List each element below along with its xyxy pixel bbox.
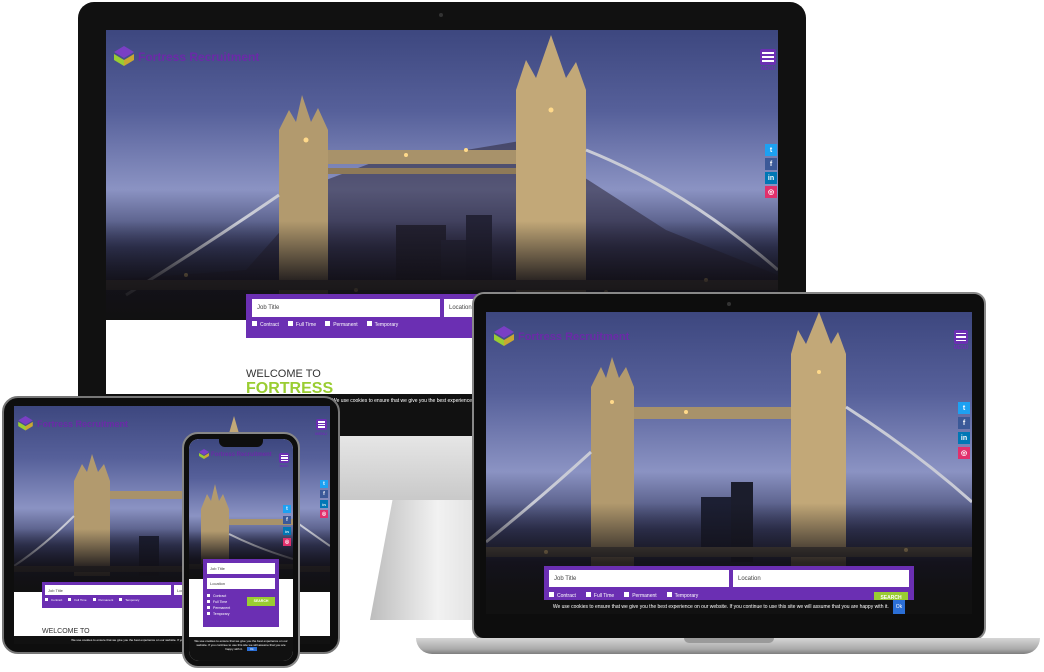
laptop-menu-label: MENU	[953, 345, 969, 351]
phone-social-links: t f in ◎	[283, 505, 291, 546]
tablet-job-title-input[interactable]: Job Title	[45, 585, 171, 595]
job-type-options: Contract Full Time Permanent Temporary	[252, 321, 398, 328]
brand-name: Fortress Recruitment	[138, 50, 260, 64]
phone-cookie-ok-button[interactable]: Ok	[246, 647, 257, 651]
phone-cookie-text: We use cookies to ensure that we give yo…	[194, 639, 288, 651]
phone-twitter-icon[interactable]: t	[283, 505, 291, 513]
linkedin-icon[interactable]: in	[765, 172, 777, 184]
laptop-job-title-input[interactable]: Job Title	[549, 570, 729, 587]
social-links: t f in ◎	[765, 144, 777, 198]
phone-instagram-icon[interactable]: ◎	[283, 538, 291, 546]
phone-logo-cube-icon	[199, 449, 209, 460]
option-contract[interactable]: Contract	[252, 321, 279, 328]
tablet-option-contract[interactable]: Contract	[45, 598, 62, 602]
device-mockup-scene: Fortress Recruitment MENU t f in ◎ Job T…	[0, 0, 1044, 672]
laptop-location-input[interactable]: Location	[733, 570, 909, 587]
laptop-cookie-text: We use cookies to ensure that we give yo…	[552, 604, 889, 610]
tablet-option-permanent[interactable]: Permanent	[92, 598, 113, 602]
phone-site-logo[interactable]: Fortress Recruitment	[199, 449, 272, 460]
phone-notch	[219, 439, 263, 447]
monitor-camera	[439, 13, 443, 17]
tablet-welcome-heading: WELCOME TO	[42, 628, 90, 635]
laptop-option-temporary[interactable]: Temporary	[666, 592, 698, 599]
phone-location-input[interactable]: Location	[207, 578, 275, 589]
laptop-option-full-time[interactable]: Full Time	[585, 592, 614, 599]
job-title-input[interactable]: Job Title	[252, 299, 440, 317]
phone-linkedin-icon[interactable]: in	[283, 527, 291, 535]
phone-option-full-time[interactable]: Full Time	[207, 600, 227, 604]
phone-facebook-icon[interactable]: f	[283, 516, 291, 524]
phone-option-temporary[interactable]: Temporary	[207, 612, 230, 616]
laptop-cookie-banner: We use cookies to ensure that we give yo…	[486, 600, 972, 614]
phone-option-contract[interactable]: Contract	[207, 594, 226, 598]
tablet-menu-label: MENU	[315, 431, 327, 436]
phone-job-type-options: Contract Full Time Permanent Temporary	[207, 594, 230, 616]
menu-label: MENU	[760, 66, 776, 72]
phone-screen: Fortress Recruitment MENU t f in ◎ Job T…	[189, 439, 293, 661]
laptop-job-type-options: Contract Full Time Permanent Temporary	[549, 592, 698, 599]
laptop-instagram-icon[interactable]: ◎	[958, 447, 970, 459]
laptop-site-logo[interactable]: Fortress Recruitment	[494, 326, 629, 348]
phone-menu-label: MENU	[279, 464, 289, 468]
tablet-twitter-icon[interactable]: t	[320, 480, 328, 488]
menu-button[interactable]	[760, 49, 776, 65]
laptop-option-permanent[interactable]: Permanent	[624, 592, 657, 599]
laptop-twitter-icon[interactable]: t	[958, 402, 970, 414]
twitter-icon[interactable]: t	[765, 144, 777, 156]
tablet-logo-cube-icon	[18, 416, 33, 432]
laptop-facebook-icon[interactable]: f	[958, 417, 970, 429]
tablet-instagram-icon[interactable]: ◎	[320, 510, 328, 518]
laptop-social-links: t f in ◎	[958, 402, 970, 459]
laptop-notch	[684, 638, 774, 643]
phone-job-search-form: Job Title Location Contract Full Time Pe…	[203, 559, 279, 627]
option-full-time[interactable]: Full Time	[287, 321, 316, 328]
phone-search-button[interactable]: SEARCH	[247, 597, 275, 606]
phone-job-title-input[interactable]: Job Title	[207, 563, 275, 574]
hero-image-tower-bridge	[106, 30, 778, 320]
instagram-icon[interactable]: ◎	[765, 186, 777, 198]
welcome-heading: WELCOME TO	[246, 368, 321, 380]
tablet-option-temporary[interactable]: Temporary	[119, 598, 139, 602]
tablet-option-full-time[interactable]: Full Time	[68, 598, 87, 602]
tablet-menu-button[interactable]	[316, 419, 327, 430]
option-permanent[interactable]: Permanent	[325, 321, 358, 328]
laptop-brand-name: Fortress Recruitment	[518, 331, 630, 343]
laptop-screen: Fortress Recruitment MENU t f in ◎ Job T…	[486, 312, 972, 614]
tablet-site-logo[interactable]: Fortress Recruitment	[18, 416, 128, 432]
laptop-cookie-ok-button[interactable]: Ok	[892, 600, 906, 614]
tablet-linkedin-icon[interactable]: in	[320, 500, 328, 508]
site-logo[interactable]: Fortress Recruitment	[114, 46, 259, 68]
tablet-facebook-icon[interactable]: f	[320, 490, 328, 498]
facebook-icon[interactable]: f	[765, 158, 777, 170]
logo-cube-icon	[114, 46, 134, 68]
laptop-camera	[727, 302, 731, 306]
laptop-menu-button[interactable]	[954, 330, 968, 344]
laptop-logo-cube-icon	[494, 326, 514, 348]
tablet-brand-name: Fortress Recruitment	[37, 419, 129, 429]
phone-cookie-banner: We use cookies to ensure that we give yo…	[189, 637, 293, 661]
option-temporary[interactable]: Temporary	[366, 321, 398, 328]
phone-menu-button[interactable]	[279, 453, 289, 463]
laptop-linkedin-icon[interactable]: in	[958, 432, 970, 444]
tablet-job-type-options: Contract Full Time Permanent Temporary	[45, 598, 139, 602]
tablet-social-links: t f in ◎	[320, 480, 328, 518]
phone-brand-name: Fortress Recruitment	[211, 451, 272, 458]
phone-option-permanent[interactable]: Permanent	[207, 606, 230, 610]
laptop-hero-image	[486, 312, 972, 602]
laptop-option-contract[interactable]: Contract	[549, 592, 576, 599]
